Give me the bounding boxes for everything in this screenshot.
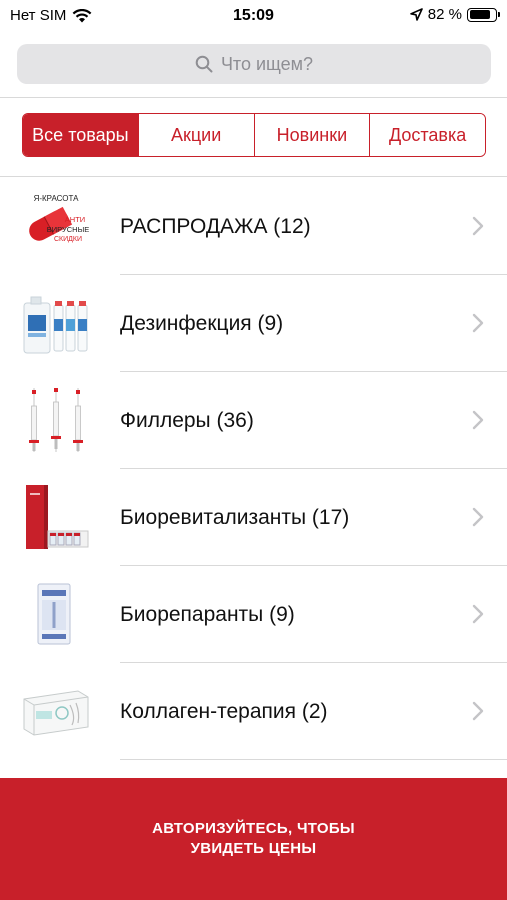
status-right: 82 %: [409, 6, 500, 23]
list-item-biorevitalizants[interactable]: Биоревитализанты (17): [0, 469, 507, 566]
tab-all-products[interactable]: Все товары: [23, 114, 138, 156]
search-icon: [195, 55, 213, 73]
category-tabs: Все товары Акции Новинки Доставка: [22, 113, 486, 157]
collagen-box-thumbnail: [23, 690, 89, 736]
tab-promotions[interactable]: Акции: [137, 114, 254, 156]
location-arrow-icon: [409, 8, 423, 21]
sale-thumb-line1: АНТИ: [65, 215, 85, 224]
row-separator: [120, 759, 507, 760]
list-item-fillers[interactable]: Филлеры (36): [0, 372, 507, 469]
chevron-right-icon: [472, 507, 484, 527]
category-list: Я-КРАСОТА АНТИ ВИРУСНЫЕ СКИДКИ РАСПРОДАЖ…: [0, 178, 507, 760]
list-item-bioreparants[interactable]: Биорепаранты (9): [0, 566, 507, 663]
sale-thumb-line2: ВИРУСНЫЕ: [47, 225, 89, 234]
chevron-right-icon: [472, 313, 484, 333]
list-item-sale[interactable]: Я-КРАСОТА АНТИ ВИРУСНЫЕ СКИДКИ РАСПРОДАЖ…: [0, 178, 507, 275]
category-label: Биоревитализанты (17): [120, 505, 350, 529]
category-label: Филлеры (36): [120, 408, 254, 432]
tab-new-arrivals[interactable]: Новинки: [253, 114, 370, 156]
status-bar: Нет SIM 15:09 82 %: [0, 0, 507, 32]
tab-delivery[interactable]: Доставка: [369, 114, 485, 156]
chevron-right-icon: [472, 701, 484, 721]
chevron-right-icon: [472, 410, 484, 430]
category-label: Коллаген-терапия (2): [120, 699, 328, 723]
list-item-collagen-therapy[interactable]: Коллаген-терапия (2): [0, 663, 507, 760]
login-to-see-prices-button[interactable]: АВТОРИЗУЙТЕСЬ, ЧТОБЫ УВИДЕТЬ ЦЕНЫ: [0, 778, 507, 900]
battery-icon: [467, 7, 500, 22]
header-divider: [0, 97, 507, 98]
disinfectant-bottles-thumbnail: [23, 296, 88, 354]
category-label: Биорепаранты (9): [120, 602, 295, 626]
battery-percent: 82 %: [427, 6, 462, 23]
sale-banner-thumbnail: Я-КРАСОТА АНТИ ВИРУСНЫЕ СКИДКИ: [29, 194, 89, 243]
cta-line-2: УВИДЕТЬ ЦЕНЫ: [190, 840, 317, 857]
biorevitalizant-box-thumbnail: [26, 485, 89, 549]
sale-thumb-brand: Я-КРАСОТА: [34, 194, 80, 203]
filler-syringes-thumbnail: [29, 388, 83, 452]
category-label: Дезинфекция (9): [120, 311, 284, 335]
battery-level: [469, 10, 490, 19]
cta-line-1: АВТОРИЗУЙТЕСЬ, ЧТОБЫ: [152, 820, 355, 837]
search-placeholder: Что ищем?: [220, 53, 314, 74]
chevron-right-icon: [472, 216, 484, 236]
category-label: РАСПРОДАЖА (12): [120, 214, 311, 238]
list-item-disinfection[interactable]: Дезинфекция (9): [0, 275, 507, 372]
search-bar[interactable]: Что ищем?: [17, 44, 491, 84]
tabs-divider: [0, 176, 507, 177]
bioreparant-package-thumbnail: [37, 583, 71, 645]
chevron-right-icon: [472, 604, 484, 624]
sale-thumb-line3: СКИДКИ: [54, 236, 82, 243]
